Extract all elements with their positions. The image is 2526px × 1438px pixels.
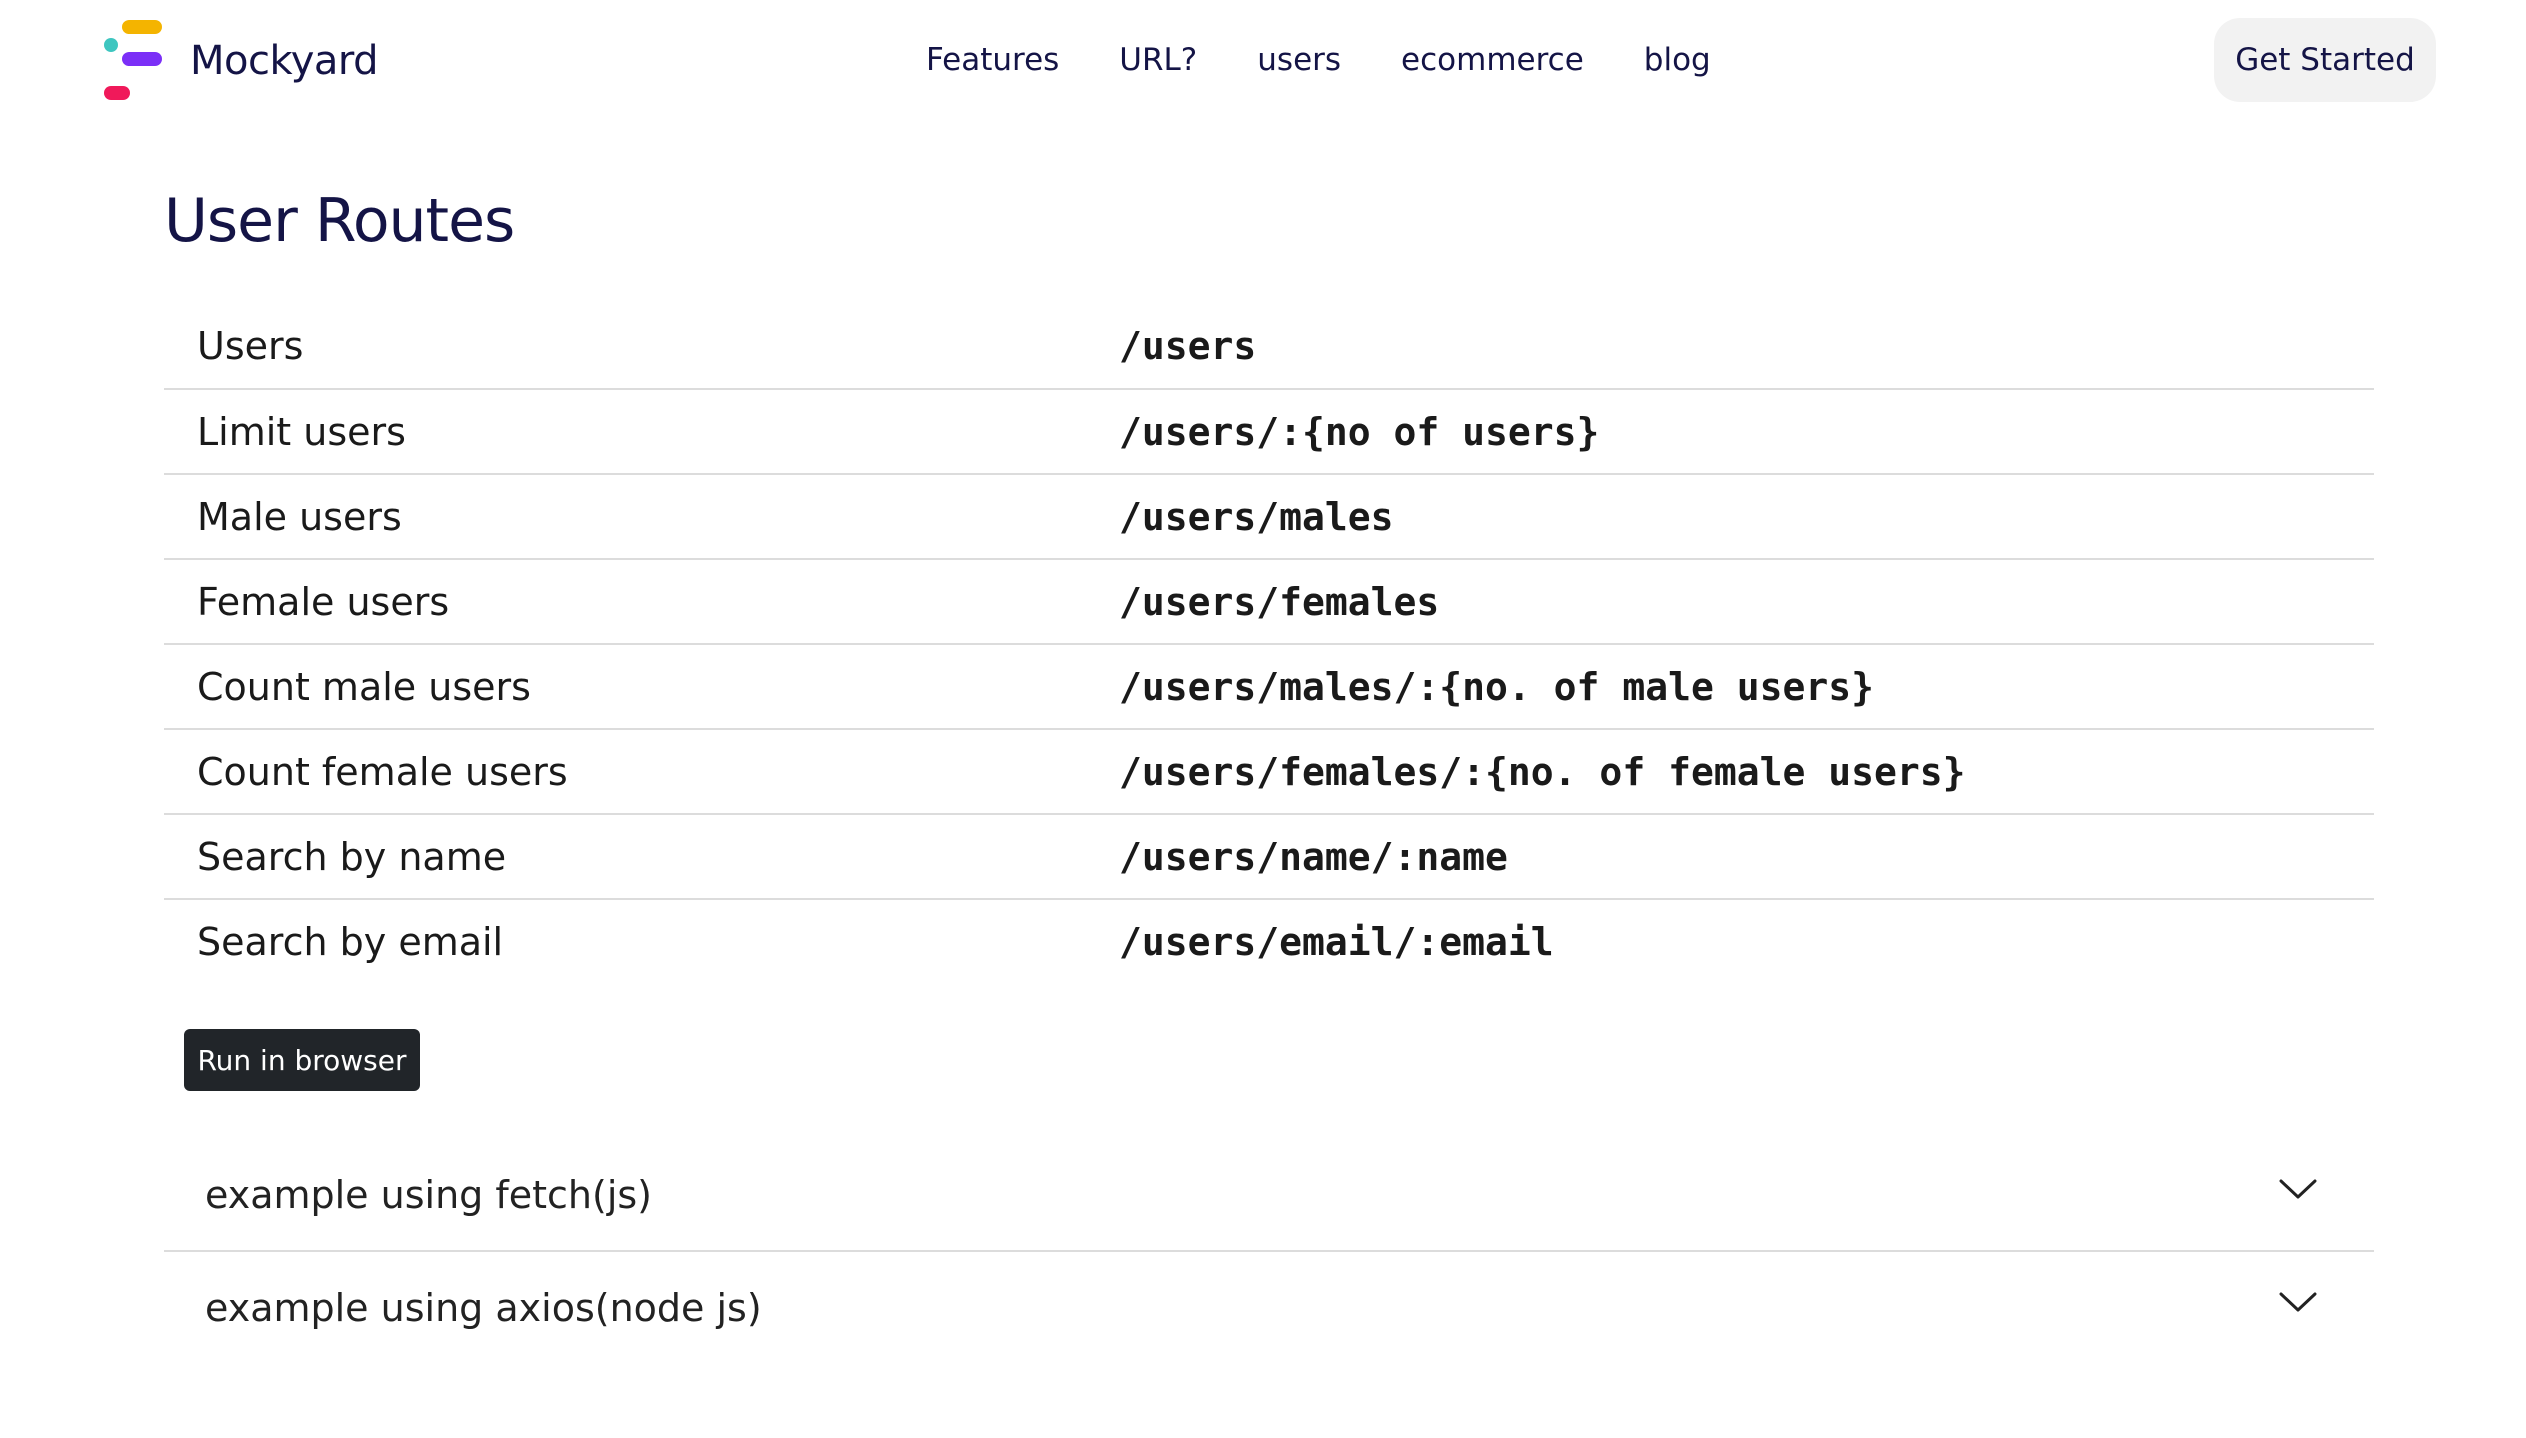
route-name: Count male users (164, 644, 1119, 730)
examples-accordion: example using fetch(js) example using ax… (164, 1140, 2374, 1364)
nav-link-users[interactable]: users (1257, 38, 1341, 82)
route-path: /users/males/:{no. of male users} (1119, 644, 2374, 730)
route-path: /users/males (1119, 474, 2374, 560)
route-name: Users (164, 304, 1119, 390)
table-row: Count female users /users/females/:{no. … (164, 729, 2374, 815)
nav-menu: Features URL? users ecommerce blog (926, 38, 1711, 82)
nav-link-ecommerce[interactable]: ecommerce (1401, 38, 1584, 82)
route-path: /users/:{no of users} (1119, 389, 2374, 475)
route-name: Female users (164, 559, 1119, 645)
brand-name: Mockyard (190, 38, 379, 84)
route-path: /users/females (1119, 559, 2374, 645)
nav-link-url[interactable]: URL? (1119, 38, 1197, 82)
navbar: Mockyard Features URL? users ecommerce b… (0, 0, 2526, 124)
route-path: /users (1119, 304, 2374, 390)
table-row: Count male users /users/males/:{no. of m… (164, 644, 2374, 730)
get-started-button[interactable]: Get Started (2214, 18, 2436, 102)
mockyard-logo-icon (102, 18, 164, 104)
route-name: Count female users (164, 729, 1119, 815)
routes-table: Users /users Limit users /users/:{no of … (164, 304, 2374, 984)
accordion-item-fetch[interactable]: example using fetch(js) (164, 1140, 2374, 1252)
nav-link-features[interactable]: Features (926, 38, 1059, 82)
chevron-down-icon[interactable] (2278, 1290, 2318, 1314)
table-row: Male users /users/males (164, 474, 2374, 560)
page-title: User Routes (164, 186, 515, 256)
accordion-label: example using fetch(js) (205, 1173, 653, 1217)
table-row: Search by name /users/name/:name (164, 814, 2374, 900)
run-in-browser-button[interactable]: Run in browser (184, 1029, 420, 1091)
route-name: Limit users (164, 389, 1119, 475)
route-path: /users/name/:name (1119, 814, 2374, 900)
route-name: Search by email (197, 920, 504, 964)
brand-link[interactable]: Mockyard (102, 18, 379, 104)
route-path: /users/email/:email (1119, 920, 1554, 964)
route-name: Male users (164, 474, 1119, 560)
route-name: Search by name (164, 814, 1119, 900)
accordion-label: example using axios(node js) (205, 1286, 762, 1330)
accordion-item-axios[interactable]: example using axios(node js) (164, 1252, 2374, 1364)
nav-link-blog[interactable]: blog (1644, 38, 1711, 82)
table-row: Female users /users/females (164, 559, 2374, 645)
chevron-down-icon[interactable] (2278, 1177, 2318, 1201)
table-row: Users /users (164, 304, 2374, 390)
route-path: /users/females/:{no. of female users} (1119, 729, 2374, 815)
table-row: Search by email /users/email/:email (164, 899, 2374, 984)
table-row: Limit users /users/:{no of users} (164, 389, 2374, 475)
